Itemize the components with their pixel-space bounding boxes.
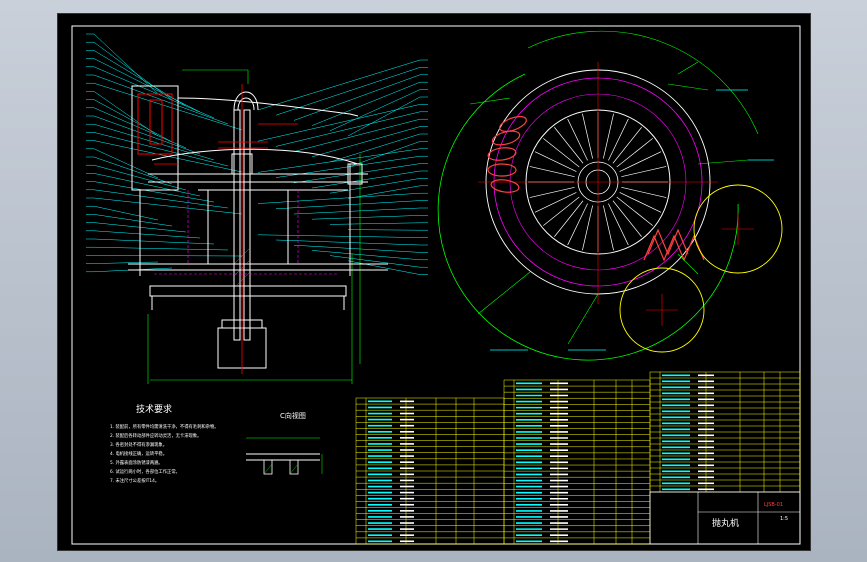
notes-heading: 技术要求	[136, 403, 172, 415]
drawing-scale: 1:5	[780, 516, 788, 522]
note-item: 7. 未注尺寸公差按IT14。	[110, 477, 159, 484]
detail-label: C向视图	[280, 411, 306, 420]
drawing-title: 抛丸机	[712, 517, 739, 529]
note-item: 5. 外露表面涂防锈漆两遍。	[110, 459, 163, 466]
section-view	[86, 33, 428, 384]
note-item: 3. 各密封处不得有渗漏现象。	[110, 441, 167, 448]
title-block: 抛丸机 LJSB-01 1:5	[649, 491, 801, 545]
note-item: 4. 电机接线正确，运转平稳。	[110, 450, 167, 457]
cad-viewport[interactable]: 技术要求 1. 装配前，所有零件均需清洗干净，不得有毛刺和杂物。 2. 装配后各转…	[57, 13, 811, 551]
technical-notes: 技术要求 1. 装配前，所有零件均需清洗干净，不得有毛刺和杂物。 2. 装配后各转…	[110, 403, 219, 484]
cad-drawing: 技术要求 1. 装配前，所有零件均需清洗干净，不得有毛刺和杂物。 2. 装配后各转…	[71, 25, 801, 545]
detail-view: C向视图	[246, 411, 323, 475]
drawing-number: LJSB-01	[764, 502, 783, 508]
note-item: 1. 装配前，所有零件均需清洗干净，不得有毛刺和杂物。	[110, 423, 219, 430]
plan-view	[437, 30, 783, 361]
note-item: 2. 装配后各转动部件应转动灵活，无卡滞现象。	[110, 432, 201, 439]
note-item: 6. 试运行两小时，各部位工作正常。	[110, 468, 180, 475]
